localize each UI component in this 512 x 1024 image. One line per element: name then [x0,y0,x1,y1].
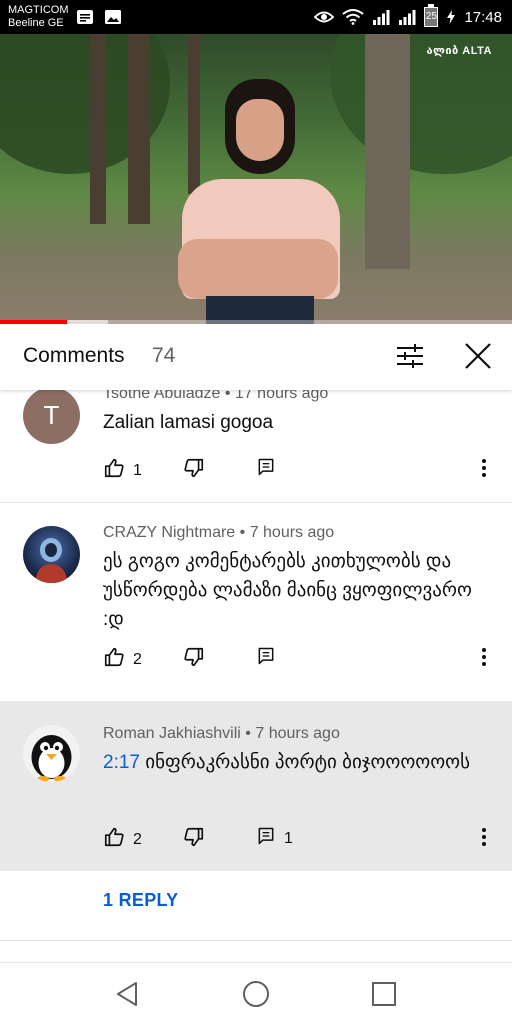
comment-item-highlighted: Roman Jakhiashvili • 7 hours ago 2:17 ინ… [0,701,512,871]
divider [0,940,512,941]
eye-comfort-icon [314,10,335,24]
battery-icon: 25 [424,4,439,27]
comment-text: 2:17 ინფრაკრასნი პორტი ბიჯოოოოოოს [103,748,483,777]
comment-item: CRAZY Nightmare • 7 hours ago ეს გოგო კო… [0,503,512,701]
dislike-button[interactable] [183,457,205,484]
like-count: 2 [133,830,142,848]
comment-time: 7 hours ago [255,725,340,742]
thumbs-down-icon [183,646,205,673]
comments-count: 74 [152,344,176,367]
wifi-icon [342,9,365,25]
signal-icon [372,9,390,25]
reply-button[interactable]: 1 [256,826,293,851]
comment-author[interactable]: Tsotne Abuladze [103,390,220,402]
reply-comment-icon [256,826,276,851]
more-options-icon[interactable] [480,457,488,484]
reply-comment-icon [256,457,276,482]
comment-list[interactable]: T Tsotne Abuladze • 17 hours ago Zalian … [0,390,512,962]
android-nav-bar [0,962,512,1024]
comment-actions: 1 [103,457,503,481]
carrier-name-secondary: Beeline GE [8,17,64,29]
gallery-icon [104,8,122,31]
comments-header: Comments 74 [0,324,512,390]
comment-time: 7 hours ago [249,524,335,541]
comment-text: Zalian lamasi gogoa [103,412,274,433]
comments-title: Comments [23,344,125,367]
like-button[interactable]: 2 [103,646,142,673]
tree-trunk [90,34,106,224]
thumbs-up-icon [103,826,125,853]
thumbs-up-icon [103,646,125,673]
presenter-face [236,99,284,161]
tree-trunk [365,34,410,269]
dislike-button[interactable] [183,646,205,673]
video-timestamp-link[interactable]: 2:17 [103,752,140,773]
comment-text-body: ინფრაკრასნი პორტი ბიჯოოოოოოს [145,752,471,773]
video-player[interactable]: ალიბ ALTA [0,34,512,324]
avatar[interactable] [23,725,80,782]
view-replies-link[interactable]: 1 REPLY [103,890,178,911]
comment-author-line: Tsotne Abuladze • 17 hours ago [103,390,328,403]
charging-icon [446,10,456,24]
reply-button[interactable] [256,646,276,671]
like-button[interactable]: 1 [103,457,142,484]
reply-count: 1 [284,829,293,847]
comment-author[interactable]: Roman Jakhiashvili [103,725,241,742]
dislike-button[interactable] [183,826,205,853]
presenter-arms [178,239,338,299]
status-bar: MAGTICOM Beeline GE 25 17:48 [0,0,512,34]
notification-icon [76,8,94,31]
sort-filter-icon[interactable] [395,341,425,376]
comment-author-line: CRAZY Nightmare • 7 hours ago [103,524,335,541]
like-count: 2 [133,650,142,668]
comment-author-line: Roman Jakhiashvili • 7 hours ago [103,725,340,742]
thumbs-down-icon [183,826,205,853]
comment-time: 17 hours ago [234,390,329,402]
comment-item: T Tsotne Abuladze • 17 hours ago Zalian … [0,390,512,502]
comment-author[interactable]: CRAZY Nightmare [103,524,235,541]
recents-icon[interactable] [370,980,398,1013]
back-icon[interactable] [114,980,142,1013]
carrier-name: MAGTICOM [8,4,69,16]
avatar[interactable] [23,526,80,583]
clock: 17:48 [464,8,502,26]
home-icon[interactable] [242,980,270,1013]
comment-actions: 2 [103,646,503,670]
close-icon[interactable] [462,340,494,377]
comment-text: ეს გოგო კომენტარებს კითხულობს და უსწორდე… [103,551,472,630]
reply-comment-icon [256,646,276,671]
more-options-icon[interactable] [480,826,488,853]
tree-trunk [188,34,200,194]
like-count: 1 [133,461,142,479]
more-options-icon[interactable] [480,646,488,673]
channel-watermark: ალიბ ALTA [426,45,492,57]
thumbs-down-icon [183,457,205,484]
reply-button[interactable] [256,457,276,482]
comment-actions: 2 1 [103,826,503,850]
carrier-info: MAGTICOM Beeline GE [8,4,69,30]
thumbs-up-icon [103,457,125,484]
like-button[interactable]: 2 [103,826,142,853]
avatar[interactable]: T [23,390,80,444]
tree-trunk [128,34,150,224]
signal-icon-secondary [398,9,416,25]
